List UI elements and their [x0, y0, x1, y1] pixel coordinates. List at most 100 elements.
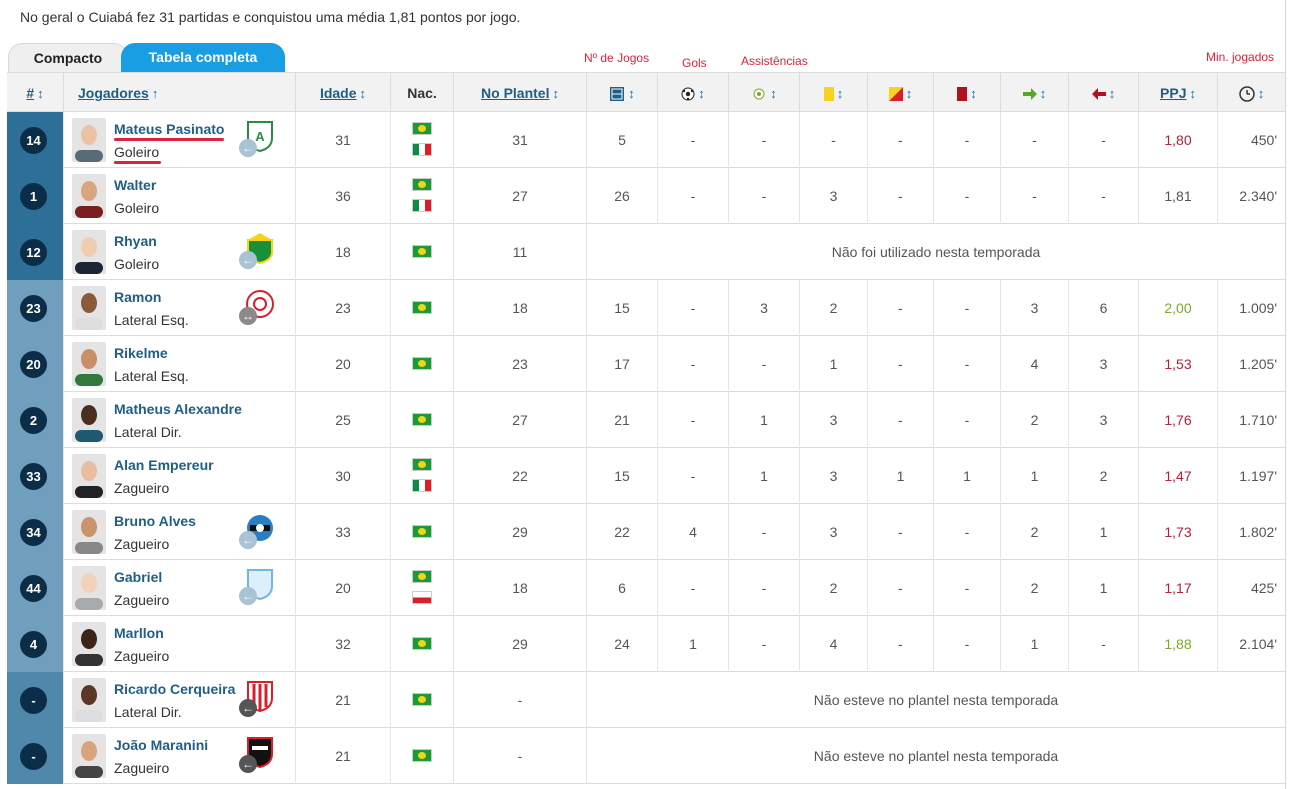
stat-ppj: 1,88 — [1138, 616, 1217, 672]
col-yellow-cards[interactable]: ↕ — [799, 73, 867, 113]
transfer-back-icon[interactable]: ← — [239, 587, 257, 605]
stat-yr: - — [867, 280, 933, 336]
transfer-back-icon[interactable]: ← — [239, 531, 257, 549]
stat-in: - — [1000, 168, 1068, 224]
col-age[interactable]: Idade ↕ — [295, 73, 390, 113]
player-name-link[interactable]: João Maranini — [114, 736, 208, 754]
player-name-link[interactable]: Mateus Pasinato — [114, 120, 224, 138]
stat-red: - — [933, 616, 1000, 672]
stat-red: - — [933, 336, 1000, 392]
highlight-underline-position — [114, 161, 161, 164]
col-squad[interactable]: No Plantel ↕ — [453, 73, 586, 113]
stat-ppj: 1,80 — [1138, 112, 1217, 168]
player-position: Zagueiro — [114, 536, 170, 552]
stat-in: 2 — [1000, 560, 1068, 616]
stat-assists: - — [728, 336, 799, 392]
stat-yellow: 3 — [799, 392, 867, 448]
transfer-back-icon[interactable]: ← — [239, 251, 257, 269]
player-name-link[interactable]: Ricardo Cerqueira — [114, 680, 235, 698]
stat-in: 2 — [1000, 504, 1068, 560]
col-appearances[interactable]: ↕ — [586, 73, 657, 113]
loan-swap-icon[interactable]: ↔ — [239, 307, 257, 325]
player-name-link[interactable]: Alan Empereur — [114, 456, 214, 474]
table-row: 33 Alan Empereur Zagueiro 30 22 15-1 3 1 1 1 2 1,47… — [7, 448, 1285, 504]
annotation-games: Nº de Jogos — [584, 51, 650, 65]
player-age: 25 — [295, 392, 390, 448]
stat-min: 1.197' — [1217, 448, 1285, 504]
player-name-link[interactable]: Rhyan — [114, 232, 157, 250]
stat-red: - — [933, 392, 1000, 448]
player-name-link[interactable]: Marllon — [114, 624, 164, 642]
stat-out: 3 — [1068, 336, 1138, 392]
player-position: Lateral Dir. — [114, 424, 182, 440]
col-red-cards[interactable]: ↕ — [933, 73, 1000, 113]
player-avatar — [72, 454, 106, 498]
nationality-cell — [390, 336, 453, 392]
svg-text:A: A — [255, 129, 265, 144]
col-assists[interactable]: ↕ — [728, 73, 799, 113]
stat-red: - — [933, 168, 1000, 224]
player-name-link[interactable]: Walter — [114, 176, 156, 194]
italy-flag-icon — [412, 479, 432, 492]
col-ppj[interactable]: PPJ ↕ — [1138, 73, 1217, 113]
player-cell: Rhyan Goleiro ← — [63, 224, 295, 280]
col-player[interactable]: Jogadores ↑ — [63, 73, 295, 113]
stat-out: - — [1068, 112, 1138, 168]
tab-compact[interactable]: Compacto — [8, 43, 128, 72]
nationality-cell — [390, 672, 453, 728]
player-cell: Gabriel Zagueiro ← — [63, 560, 295, 616]
player-number: 12 — [20, 239, 47, 266]
transfer-back-icon[interactable]: ← — [239, 755, 257, 773]
col-number[interactable]: # ↕ — [7, 73, 63, 113]
transfer-back-icon[interactable]: ← — [239, 699, 257, 717]
stat-yellow: 1 — [799, 336, 867, 392]
squad-count: 11 — [453, 224, 586, 280]
page-border — [1285, 0, 1286, 789]
transfer-back-icon[interactable]: ← — [239, 139, 257, 157]
player-number: 2 — [20, 407, 47, 434]
stat-yellow: 3 — [799, 448, 867, 504]
nationality-cell — [390, 728, 453, 784]
stat-ppj: 2,00 — [1138, 280, 1217, 336]
player-name-link[interactable]: Ramon — [114, 288, 161, 306]
table-row: 12 Rhyan Goleiro ← 18 11 Não foi utilizado nes… — [7, 224, 1285, 280]
player-name-link[interactable]: Bruno Alves — [114, 512, 196, 530]
col-minutes[interactable]: ↕ — [1217, 73, 1285, 113]
player-name-link[interactable]: Rikelme — [114, 344, 168, 362]
col-goals[interactable]: ↕ — [657, 73, 728, 113]
table-row: - Ricardo Cerqueira Lateral Dir. ← 21- Não es… — [7, 672, 1285, 728]
col-sub-out[interactable]: ↕ — [1068, 73, 1138, 113]
player-age: 20 — [295, 336, 390, 392]
player-number-cell: 20 — [7, 336, 63, 392]
player-number: 23 — [20, 295, 47, 322]
stat-min: 2.340' — [1217, 168, 1285, 224]
player-age: 18 — [295, 224, 390, 280]
table-row: 14 Mateus Pasinato Goleiro A ← 31 31 5- - - - - - -1,… — [7, 112, 1285, 168]
nationality-cell — [390, 392, 453, 448]
player-name-link[interactable]: Gabriel — [114, 568, 162, 586]
squad-count: 29 — [453, 616, 586, 672]
stat-goals: - — [657, 560, 728, 616]
intro-text: No geral o Cuiabá fez 31 partidas e conq… — [20, 9, 521, 25]
italy-flag-icon — [412, 199, 432, 212]
stat-in: 2 — [1000, 392, 1068, 448]
nationality-cell — [390, 224, 453, 280]
table-row: 23 Ramon Lateral Esq. ↔ 23 18 15-3 2- -3 6 2,00 1.0… — [7, 280, 1285, 336]
player-number: 34 — [20, 519, 47, 546]
squad-count: - — [453, 672, 586, 728]
stat-in: - — [1000, 112, 1068, 168]
stat-apps: 22 — [586, 504, 657, 560]
col-sub-in[interactable]: ↕ — [1000, 73, 1068, 113]
tab-full-table[interactable]: Tabela completa — [121, 43, 285, 72]
brazil-flag-icon — [412, 122, 432, 135]
brazil-flag-icon — [412, 525, 432, 538]
brazil-flag-icon — [412, 178, 432, 191]
nationality-cell — [390, 448, 453, 504]
player-position: Lateral Dir. — [114, 704, 182, 720]
stat-apps: 6 — [586, 560, 657, 616]
stat-goals: 4 — [657, 504, 728, 560]
player-position: Lateral Esq. — [114, 368, 189, 384]
player-name-link[interactable]: Matheus Alexandre — [114, 400, 242, 418]
col-nationality: Nac. — [390, 73, 453, 113]
col-second-yellow[interactable]: ↕ — [867, 73, 933, 113]
